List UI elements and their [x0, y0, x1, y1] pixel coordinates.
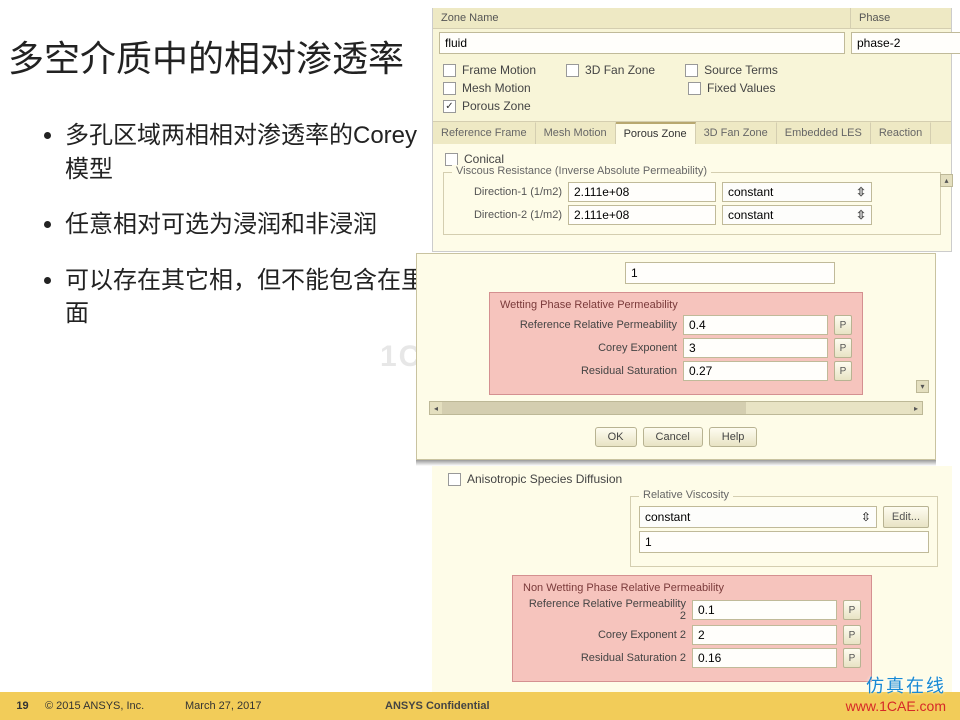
nonwet-residual-input[interactable] — [692, 648, 837, 668]
p-button[interactable]: P — [843, 625, 861, 645]
chevron-updown-icon: ⇳ — [856, 208, 866, 222]
p-button[interactable]: P — [843, 600, 861, 620]
wetting-ref-input[interactable] — [683, 315, 828, 335]
tab-bar: Reference Frame Mesh Motion Porous Zone … — [433, 121, 951, 144]
zone-name-label: Zone Name — [433, 8, 851, 28]
scrollbar-thumb[interactable] — [442, 402, 746, 414]
tab-reaction[interactable]: Reaction — [871, 122, 931, 144]
source-terms-label: Source Terms — [704, 63, 778, 77]
phase-input[interactable] — [851, 32, 960, 54]
relative-viscosity-group: Relative Viscosity constant⇳ Edit... — [630, 496, 938, 567]
nonwet-residual-label: Residual Saturation 2 — [523, 652, 686, 664]
3d-fan-zone-checkbox[interactable] — [566, 64, 579, 77]
tab-embedded-les[interactable]: Embedded LES — [777, 122, 871, 144]
frame-motion-checkbox[interactable] — [443, 64, 456, 77]
mesh-motion-checkbox[interactable] — [443, 82, 456, 95]
overlay-dialog: Wetting Phase Relative Permeability Refe… — [416, 253, 936, 460]
watermark-text: 仿真在线 — [846, 672, 946, 698]
phase-label: Phase — [851, 8, 951, 28]
direction-1-input[interactable] — [568, 182, 716, 202]
wetting-permeability-group: Wetting Phase Relative Permeability Refe… — [489, 292, 863, 395]
wetting-corey-label: Corey Exponent — [500, 342, 677, 354]
tab-mesh-motion[interactable]: Mesh Motion — [536, 122, 616, 144]
direction-2-input[interactable] — [568, 205, 716, 225]
bullet-item: 任意相对可选为浸润和非浸润 — [65, 208, 425, 242]
help-button[interactable]: Help — [709, 427, 758, 447]
direction-1-combo[interactable]: constant⇳ — [722, 182, 872, 202]
chevron-updown-icon: ⇳ — [861, 510, 871, 524]
relative-viscosity-value[interactable] — [639, 531, 929, 553]
tab-3d-fan-zone[interactable]: 3D Fan Zone — [696, 122, 777, 144]
p-button[interactable]: P — [843, 648, 861, 668]
zone-name-input[interactable] — [439, 32, 845, 54]
slide-title: 多空介质中的相对渗透率 — [8, 30, 404, 82]
footer-date: March 27, 2017 — [185, 700, 385, 712]
p-button[interactable]: P — [834, 361, 852, 381]
direction-2-combo[interactable]: constant⇳ — [722, 205, 872, 225]
conical-label: Conical — [464, 152, 504, 166]
viscous-resistance-group: Viscous Resistance (Inverse Absolute Per… — [443, 172, 941, 235]
nonwet-ref-input[interactable] — [692, 600, 837, 620]
confidential-label: ANSYS Confidential — [385, 700, 490, 712]
lower-panel: Anisotropic Species Diffusion Relative V… — [432, 466, 952, 694]
3d-fan-zone-label: 3D Fan Zone — [585, 63, 655, 77]
conical-checkbox[interactable] — [445, 153, 458, 166]
relative-viscosity-title: Relative Viscosity — [639, 489, 733, 501]
porous-zone-label: Porous Zone — [462, 99, 531, 113]
wetting-group-title: Wetting Phase Relative Permeability — [500, 299, 852, 311]
watermark: 仿真在线 www.1CAE.com — [846, 672, 946, 714]
porous-zone-checkbox[interactable]: ✓ — [443, 100, 456, 113]
fixed-values-checkbox[interactable] — [688, 82, 701, 95]
scroll-right-button[interactable]: ▸ — [910, 402, 922, 414]
bullet-item: 多孔区域两相相对渗透率的Corey 模型 — [65, 119, 425, 186]
scroll-left-button[interactable]: ◂ — [430, 402, 442, 414]
ok-button[interactable]: OK — [595, 427, 637, 447]
copyright: © 2015 ANSYS, Inc. — [45, 700, 185, 712]
scroll-down-button[interactable]: ▾ — [916, 380, 929, 393]
bullet-item: 可以存在其它相，但不能包含在里面 — [65, 264, 425, 331]
direction-2-label: Direction-2 (1/m2) — [452, 209, 562, 221]
nonwetting-permeability-group: Non Wetting Phase Relative Permeability … — [512, 575, 872, 682]
zone-settings-panel: Zone Name Phase Frame Motion 3D Fan Zone… — [432, 8, 952, 252]
nonwet-ref-label: Reference Relative Permeability 2 — [523, 598, 686, 622]
tab-porous-zone[interactable]: Porous Zone — [616, 122, 696, 144]
wetting-residual-label: Residual Saturation — [500, 365, 677, 377]
edit-button[interactable]: Edit... — [883, 506, 929, 528]
wetting-residual-input[interactable] — [683, 361, 828, 381]
footer-bar: 19 © 2015 ANSYS, Inc. March 27, 2017 ANS… — [0, 692, 960, 720]
source-terms-checkbox[interactable] — [685, 64, 698, 77]
watermark-url: www.1CAE.com — [846, 698, 946, 714]
cancel-button[interactable]: Cancel — [643, 427, 703, 447]
fixed-values-label: Fixed Values — [707, 81, 775, 95]
horizontal-scrollbar[interactable]: ◂ ▸ — [429, 401, 923, 415]
relative-viscosity-combo[interactable]: constant⇳ — [639, 506, 877, 528]
nonwet-corey-input[interactable] — [692, 625, 837, 645]
mesh-motion-label: Mesh Motion — [462, 81, 548, 95]
bullet-list: 多孔区域两相相对渗透率的Corey 模型 任意相对可选为浸润和非浸润 可以存在其… — [25, 119, 425, 353]
wetting-corey-input[interactable] — [683, 338, 828, 358]
anisotropic-checkbox[interactable] — [448, 473, 461, 486]
viscous-resistance-title: Viscous Resistance (Inverse Absolute Per… — [452, 165, 711, 177]
direction-1-label: Direction-1 (1/m2) — [452, 186, 562, 198]
scroll-up-button[interactable]: ▴ — [940, 174, 953, 187]
chevron-updown-icon: ⇳ — [856, 185, 866, 199]
page-number: 19 — [0, 700, 45, 712]
anisotropic-label: Anisotropic Species Diffusion — [467, 472, 622, 486]
tab-reference-frame[interactable]: Reference Frame — [433, 122, 536, 144]
lone-value-input[interactable] — [625, 262, 835, 284]
nonwet-corey-label: Corey Exponent 2 — [523, 629, 686, 641]
wetting-ref-label: Reference Relative Permeability — [500, 319, 677, 331]
p-button[interactable]: P — [834, 338, 852, 358]
p-button[interactable]: P — [834, 315, 852, 335]
nonwetting-group-title: Non Wetting Phase Relative Permeability — [523, 582, 861, 594]
frame-motion-label: Frame Motion — [462, 63, 536, 77]
